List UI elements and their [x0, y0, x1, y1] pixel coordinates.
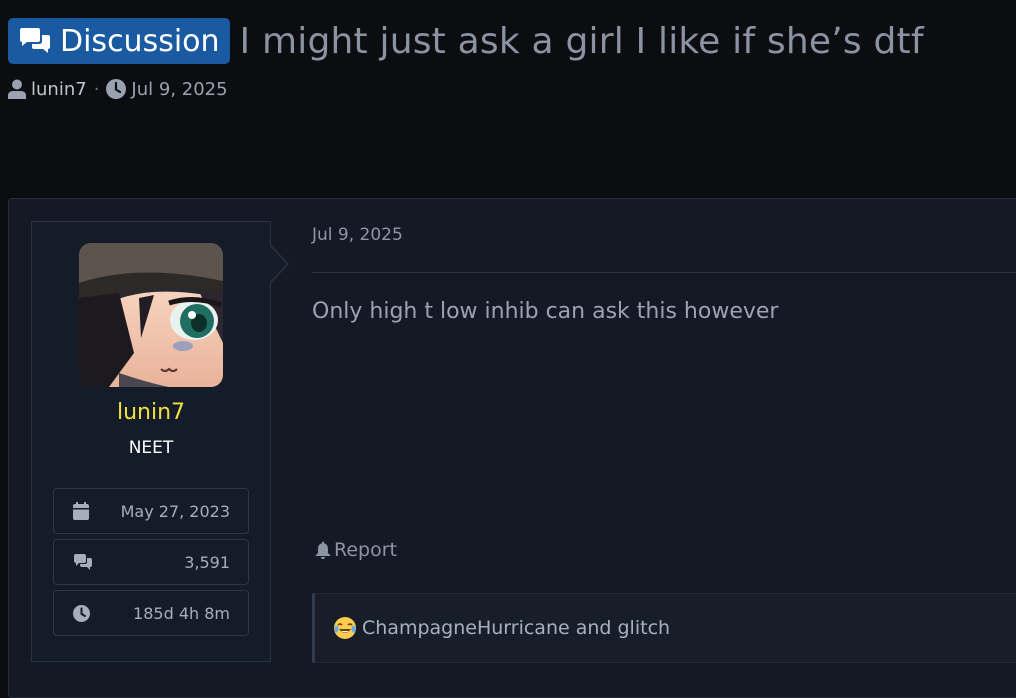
thread-header: Discussion I might just ask a girl I lik… [8, 16, 1008, 66]
thread-title: I might just ask a girl I like if she’s … [239, 20, 924, 62]
prefix-label: Discussion [60, 23, 220, 59]
reactions-bar[interactable]: ChampagneHurricane and glitch [312, 593, 1016, 663]
thread-author-link[interactable]: lunin7 [31, 79, 87, 100]
crying-laughing-emoji-icon [333, 616, 357, 640]
post-panel: lunin7 NEET May 27, 2023 3,591 185d 4h 8… [8, 198, 1016, 698]
stat-joined: May 27, 2023 [53, 488, 249, 534]
post-username-link[interactable]: lunin7 [32, 400, 270, 425]
clock-icon [106, 79, 127, 99]
user-title: NEET [128, 438, 174, 458]
user-icon [8, 79, 26, 99]
clock-icon [73, 604, 90, 622]
stat-messages-value: 3,591 [184, 552, 230, 572]
prefix-badge[interactable]: Discussion [8, 18, 230, 64]
user-info-column: lunin7 NEET May 27, 2023 3,591 185d 4h 8… [31, 221, 289, 662]
bell-icon [315, 541, 331, 559]
post-date-link[interactable]: Jul 9, 2025 [312, 225, 403, 245]
chat-bubbles-icon [18, 27, 52, 55]
user-column-pointer [269, 244, 289, 284]
reaction-users-link[interactable]: ChampagneHurricane and glitch [362, 617, 670, 639]
chat-bubbles-icon [73, 554, 93, 570]
stat-joined-value: May 27, 2023 [120, 501, 230, 521]
report-label: Report [334, 539, 397, 561]
meta-separator: · [93, 78, 100, 100]
message-divider [312, 272, 1016, 273]
message-body: Only high t low inhib can ask this howev… [312, 299, 779, 324]
stat-online-value: 185d 4h 8m [133, 603, 230, 623]
stat-online-time: 185d 4h 8m [53, 590, 249, 636]
calendar-icon [73, 502, 89, 520]
thread-meta: lunin7 · Jul 9, 2025 [8, 77, 228, 101]
report-button[interactable]: Report [315, 539, 397, 561]
avatar[interactable] [79, 243, 223, 387]
thread-date-link[interactable]: Jul 9, 2025 [131, 79, 227, 100]
stat-messages: 3,591 [53, 539, 249, 585]
